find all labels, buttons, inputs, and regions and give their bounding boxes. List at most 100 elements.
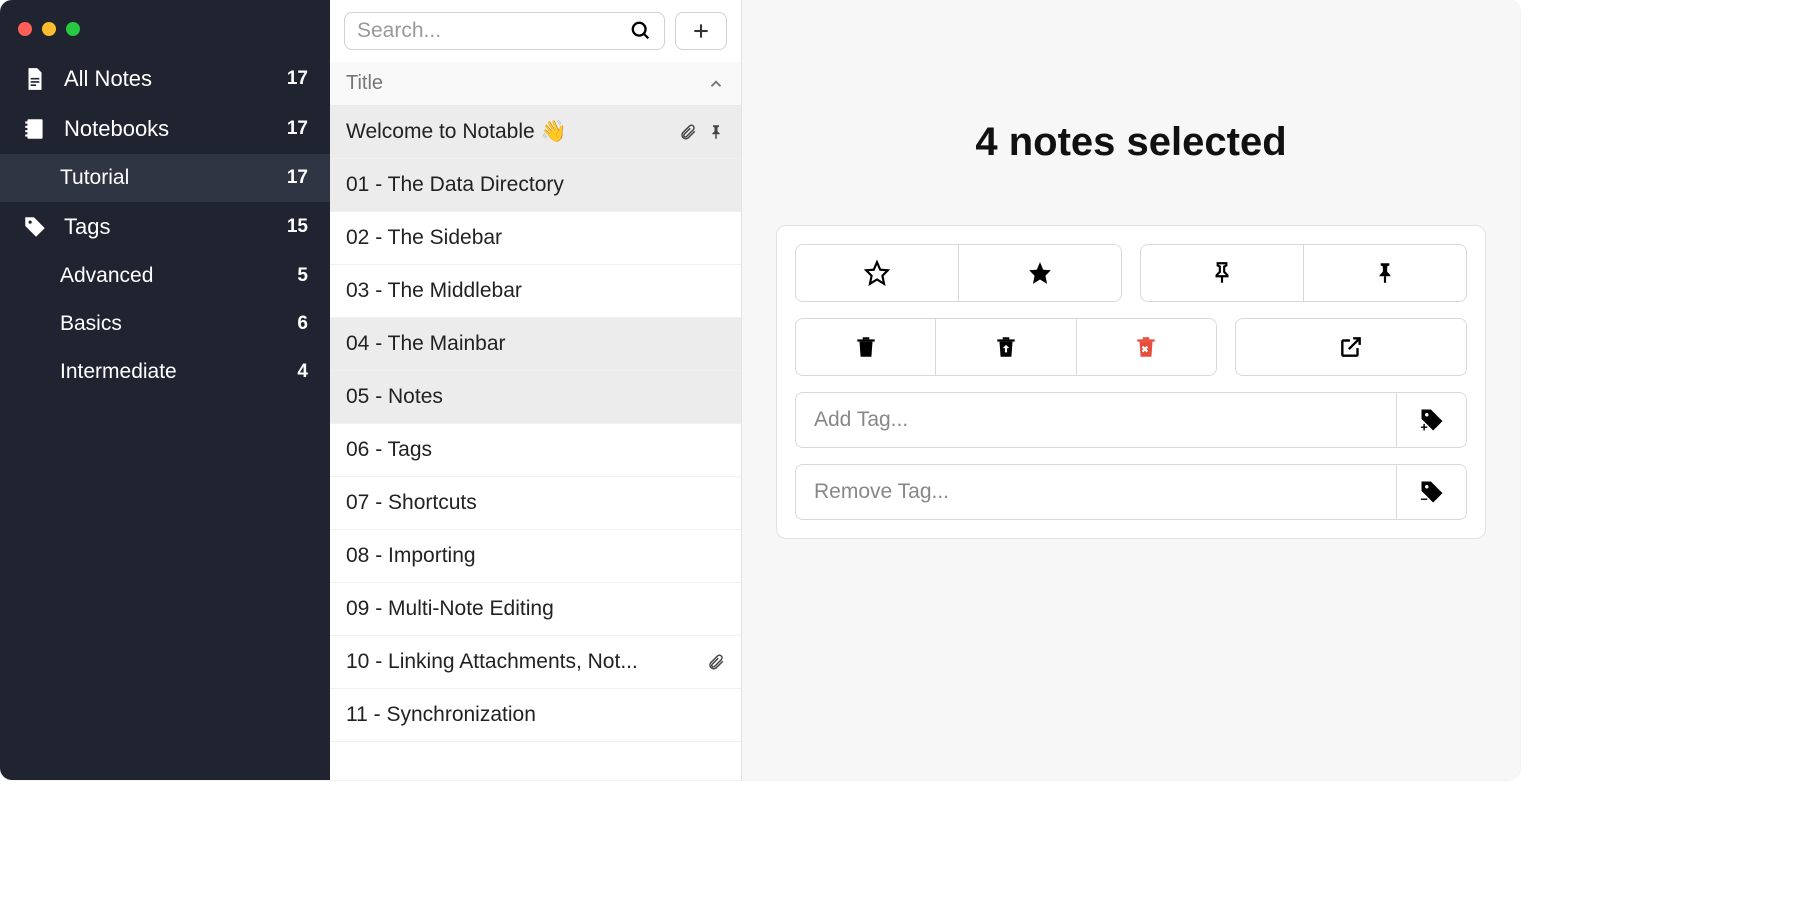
pin-button[interactable] [1304, 245, 1466, 301]
note-title: 10 - Linking Attachments, Not... [346, 650, 707, 674]
sidebar-item-label: Tags [64, 214, 287, 240]
note-title: Welcome to Notable 👋 [346, 120, 679, 144]
note-title: 09 - Multi-Note Editing [346, 597, 725, 621]
sidebar-item-basics[interactable]: Basics6 [0, 300, 330, 348]
trash-icon [853, 334, 879, 360]
chevron-up-icon [707, 75, 725, 93]
trash-restore-icon [993, 334, 1019, 360]
remove-tag-button[interactable]: − [1396, 465, 1466, 519]
action-row-1 [795, 244, 1467, 302]
tag-remove-icon: − [1418, 478, 1446, 506]
sidebar-item-label: Tutorial [60, 166, 287, 190]
note-item[interactable]: 08 - Importing [330, 530, 741, 583]
sidebar-item-count: 6 [297, 313, 308, 335]
note-item[interactable]: 09 - Multi-Note Editing [330, 583, 741, 636]
note-item[interactable]: 11 - Synchronization [330, 689, 741, 742]
sort-label: Title [346, 72, 707, 95]
sort-header[interactable]: Title [330, 62, 741, 106]
note-title: 04 - The Mainbar [346, 332, 725, 356]
pin-icon [707, 123, 725, 141]
trash-group [795, 318, 1217, 376]
sidebar-item-label: Intermediate [60, 360, 297, 384]
open-group [1235, 318, 1467, 376]
sidebar-item-advanced[interactable]: Advanced5 [0, 252, 330, 300]
search-icon [630, 20, 652, 42]
action-row-2 [795, 318, 1467, 376]
unpin-button[interactable] [1141, 245, 1304, 301]
trash-button[interactable] [796, 319, 936, 375]
favorite-group [795, 244, 1122, 302]
favorite-button[interactable] [959, 245, 1121, 301]
remove-tag-row: − [795, 464, 1467, 520]
plus-icon [691, 21, 711, 41]
multi-edit-panel: + − [776, 225, 1486, 539]
open-external-button[interactable] [1236, 319, 1466, 375]
add-tag-input[interactable] [796, 393, 1396, 447]
note-title: 06 - Tags [346, 438, 725, 462]
sidebar-item-tags[interactable]: Tags15 [0, 202, 330, 252]
new-note-button[interactable] [675, 12, 727, 50]
sidebar: All Notes17Notebooks17Tutorial17Tags15Ad… [0, 0, 330, 780]
restore-button[interactable] [936, 319, 1076, 375]
search-input[interactable] [357, 19, 630, 43]
selection-heading: 4 notes selected [975, 120, 1286, 165]
sidebar-item-label: Advanced [60, 264, 297, 288]
middlebar: Title Welcome to Notable 👋 01 - The Data … [330, 0, 742, 780]
add-tag-row: + [795, 392, 1467, 448]
search-box[interactable] [344, 12, 665, 50]
sidebar-item-all-notes[interactable]: All Notes17 [0, 54, 330, 104]
note-title: 03 - The Middlebar [346, 279, 725, 303]
note-item[interactable]: 03 - The Middlebar [330, 265, 741, 318]
attachment-icon [707, 653, 725, 671]
note-item[interactable]: 06 - Tags [330, 424, 741, 477]
close-window-button[interactable] [18, 22, 32, 36]
pin-filled-icon [1372, 260, 1398, 286]
sidebar-item-count: 4 [297, 361, 308, 383]
sidebar-item-count: 15 [287, 216, 308, 238]
svg-text:+: + [1420, 420, 1428, 434]
search-row [330, 0, 741, 62]
add-tag-button[interactable]: + [1396, 393, 1466, 447]
note-title: 11 - Synchronization [346, 703, 725, 727]
note-item[interactable]: 04 - The Mainbar [330, 318, 741, 371]
note-item[interactable]: 05 - Notes [330, 371, 741, 424]
app-window: All Notes17Notebooks17Tutorial17Tags15Ad… [0, 0, 1520, 780]
delete-permanently-button[interactable] [1077, 319, 1216, 375]
trash-delete-icon [1133, 334, 1159, 360]
note-item[interactable]: 07 - Shortcuts [330, 477, 741, 530]
note-status-icons [707, 653, 725, 671]
sidebar-item-count: 5 [297, 265, 308, 287]
sidebar-item-label: Basics [60, 312, 297, 336]
star-outline-icon [864, 260, 890, 286]
file-icon [22, 66, 48, 92]
mainbar: 4 notes selected [742, 0, 1520, 780]
tag-add-icon: + [1418, 406, 1446, 434]
svg-text:−: − [1420, 492, 1428, 506]
pin-outline-icon [1209, 260, 1235, 286]
note-item[interactable]: 01 - The Data Directory [330, 159, 741, 212]
window-controls [0, 10, 330, 54]
note-item[interactable]: Welcome to Notable 👋 [330, 106, 741, 159]
sidebar-item-notebooks[interactable]: Notebooks17 [0, 104, 330, 154]
notebooks-icon [22, 116, 48, 142]
maximize-window-button[interactable] [66, 22, 80, 36]
pin-group [1140, 244, 1467, 302]
note-title: 02 - The Sidebar [346, 226, 725, 250]
note-status-icons [679, 123, 725, 141]
minimize-window-button[interactable] [42, 22, 56, 36]
sidebar-item-label: All Notes [64, 66, 287, 92]
note-item[interactable]: 02 - The Sidebar [330, 212, 741, 265]
remove-tag-input[interactable] [796, 465, 1396, 519]
sidebar-item-label: Notebooks [64, 116, 287, 142]
note-title: 07 - Shortcuts [346, 491, 725, 515]
star-filled-icon [1027, 260, 1053, 286]
note-title: 01 - The Data Directory [346, 173, 725, 197]
attachment-icon [679, 123, 697, 141]
sidebar-item-tutorial[interactable]: Tutorial17 [0, 154, 330, 202]
note-item[interactable]: 10 - Linking Attachments, Not... [330, 636, 741, 689]
open-external-icon [1338, 334, 1364, 360]
sidebar-item-count: 17 [287, 118, 308, 140]
sidebar-item-intermediate[interactable]: Intermediate4 [0, 348, 330, 396]
unfavorite-button[interactable] [796, 245, 959, 301]
sidebar-item-count: 17 [287, 167, 308, 189]
